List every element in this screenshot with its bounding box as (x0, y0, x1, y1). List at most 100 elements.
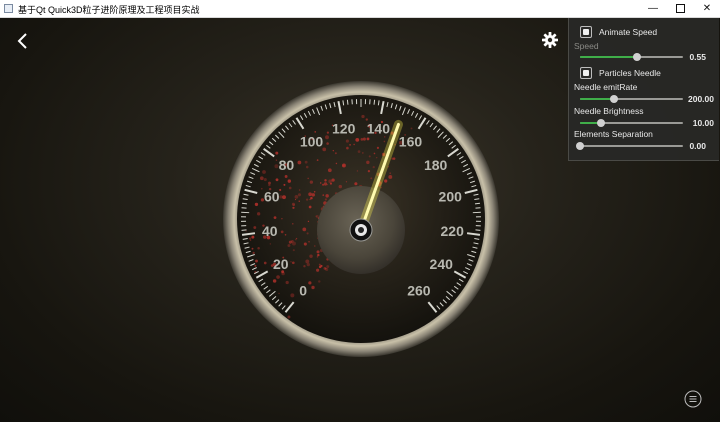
particle (305, 259, 310, 264)
particle (315, 215, 319, 218)
animate-speed-checkbox[interactable] (580, 26, 592, 38)
particle (320, 264, 323, 268)
particle (306, 232, 309, 235)
gauge-tick (346, 99, 349, 105)
needle-emit-rate-slider-handle[interactable] (609, 95, 618, 103)
elements-separation-slider-handle[interactable] (576, 142, 584, 150)
particle (325, 135, 329, 140)
particle (305, 198, 309, 201)
gauge-label: 80 (279, 157, 295, 173)
particle (357, 150, 361, 154)
particle (303, 242, 307, 246)
particle (311, 285, 315, 290)
particle (254, 202, 259, 207)
particle (314, 245, 316, 247)
particle (294, 194, 299, 199)
particle (287, 179, 292, 183)
checkbox-check-icon (583, 29, 589, 35)
gauge-label: 260 (407, 282, 431, 298)
particle (318, 280, 321, 283)
particle (303, 265, 306, 268)
particle (268, 183, 271, 187)
particle (253, 226, 257, 229)
particle (255, 259, 258, 263)
particle (322, 194, 325, 196)
particle (275, 151, 279, 155)
particle (327, 168, 332, 173)
gauge-label: 20 (273, 256, 289, 272)
particle (293, 204, 295, 206)
particle (291, 241, 296, 246)
particle (389, 172, 391, 174)
settings-button[interactable] (541, 31, 559, 49)
maximize-button[interactable] (667, 0, 693, 18)
gauge-tick (474, 202, 481, 205)
particle (326, 183, 329, 186)
particle (326, 131, 329, 134)
needle-emit-rate-slider[interactable] (580, 95, 683, 103)
particle (326, 142, 329, 145)
speed-slider-handle[interactable] (632, 53, 641, 61)
particle (251, 235, 255, 239)
needle-brightness-slider-handle[interactable] (596, 119, 605, 127)
particle (298, 189, 301, 191)
menu-button[interactable] (684, 390, 702, 408)
gauge-label: 220 (441, 223, 465, 239)
gauge-label: 40 (262, 223, 278, 239)
particle (280, 230, 284, 234)
particle (366, 160, 370, 165)
particles-needle-checkbox[interactable] (580, 67, 592, 79)
particle (263, 261, 267, 265)
particle (362, 137, 366, 141)
particle (288, 240, 292, 244)
particle (316, 256, 319, 258)
needle-emit-rate-label: Needle emitRate (574, 82, 638, 92)
particle (362, 152, 364, 154)
particle (353, 143, 355, 146)
close-button[interactable]: ✕ (694, 0, 720, 18)
needle-brightness-slider[interactable] (580, 119, 683, 127)
particle (309, 180, 314, 184)
particle (307, 177, 309, 180)
particle (410, 127, 413, 130)
particle (260, 187, 263, 190)
window-title: 基于Qt Quick3D粒子进阶原理及工程项目实战 (18, 5, 200, 15)
particle (367, 170, 371, 173)
particle (259, 176, 264, 181)
particle (373, 152, 376, 155)
particle (287, 244, 291, 247)
back-button[interactable] (14, 30, 34, 52)
speed-value: 0.55 (689, 52, 706, 62)
particle (346, 146, 349, 150)
particle (309, 198, 311, 201)
particle (345, 181, 348, 183)
particle (245, 230, 247, 232)
particle (356, 170, 359, 172)
particle (345, 139, 349, 143)
particle (331, 178, 335, 182)
particle (335, 162, 338, 165)
gauge-label: 0 (299, 282, 307, 298)
gauge-tick (373, 99, 376, 105)
gauge-label: 240 (430, 256, 454, 272)
particle (392, 157, 396, 160)
particle (354, 182, 358, 186)
particle (254, 264, 257, 267)
particle (322, 183, 325, 186)
particle (325, 194, 329, 198)
particle (318, 263, 321, 266)
particle (323, 182, 328, 186)
gauge-label: 100 (300, 133, 324, 149)
particle (248, 237, 252, 240)
gauge-label: 120 (332, 121, 356, 137)
particle (292, 249, 295, 252)
particle (328, 179, 332, 184)
gauge-label: 180 (424, 157, 448, 173)
minimize-button[interactable]: — (640, 0, 666, 18)
particle (275, 178, 279, 182)
particle (252, 251, 255, 254)
menu-icon (684, 390, 702, 408)
needle-emit-rate-value: 200.00 (688, 94, 714, 104)
particle (263, 178, 267, 182)
particle (308, 205, 312, 209)
